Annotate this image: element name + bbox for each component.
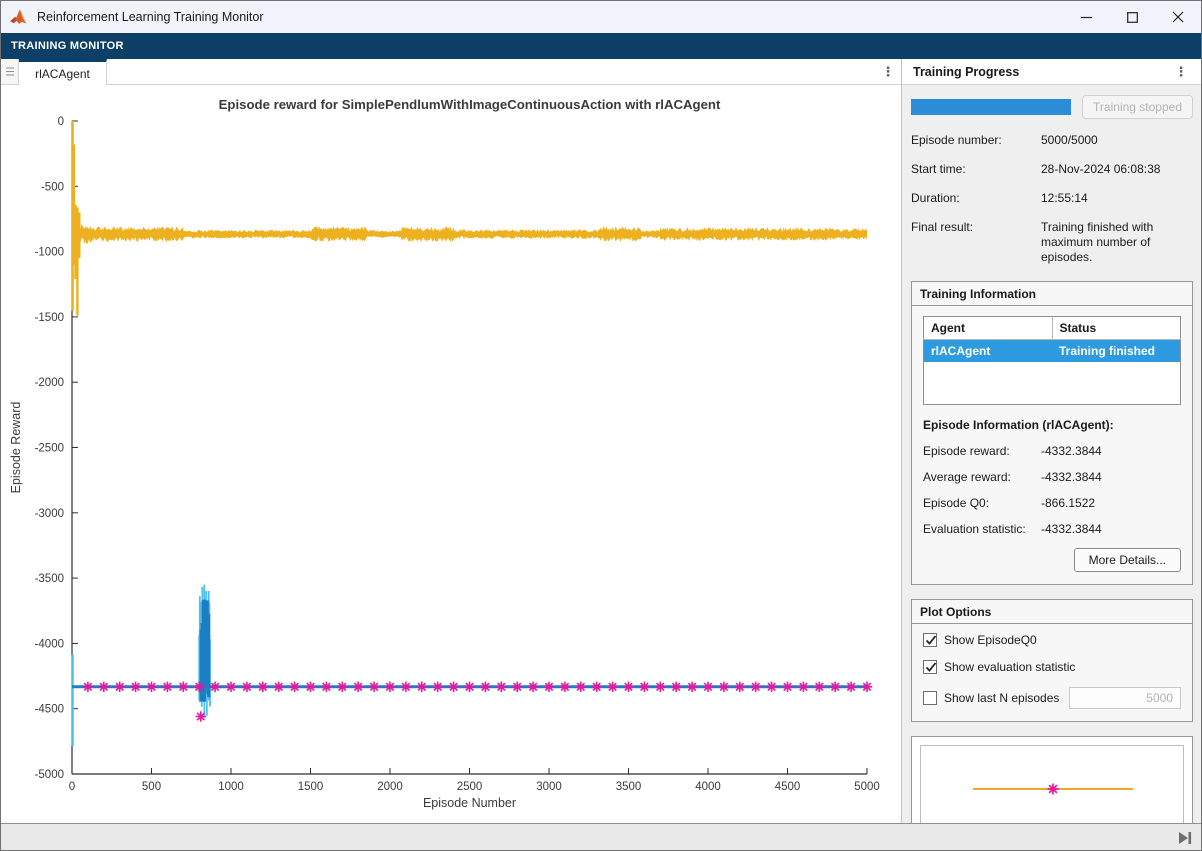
svg-text:3000: 3000 xyxy=(536,781,562,793)
field-episode-number: Episode number: 5000/5000 xyxy=(911,133,1193,148)
overview-plot-box xyxy=(911,736,1193,824)
status-bar xyxy=(1,823,1201,851)
svg-text:-500: -500 xyxy=(41,181,64,193)
field-final-result: Final result: Training finished with max… xyxy=(911,220,1193,265)
svg-text:4500: 4500 xyxy=(775,781,801,793)
more-details-button[interactable]: More Details... xyxy=(1074,548,1181,572)
training-information-group: Training Information Agent Status rlACAg… xyxy=(911,281,1193,585)
svg-text:-2000: -2000 xyxy=(35,377,64,389)
agents-table-header: Agent Status xyxy=(924,317,1181,340)
last-n-episodes-input[interactable] xyxy=(1069,687,1181,709)
svg-text:2500: 2500 xyxy=(457,781,483,793)
matlab-logo-icon xyxy=(10,9,29,26)
agents-table-empty-area xyxy=(924,362,1181,404)
svg-text:-3500: -3500 xyxy=(35,573,64,585)
plot-options-group: Plot Options Show EpisodeQ0 xyxy=(911,599,1193,722)
tab-rlacagent[interactable]: rlACAgent xyxy=(19,59,107,85)
svg-text:500: 500 xyxy=(142,781,161,793)
panel-header: Training Progress ⋮ xyxy=(902,59,1202,85)
episode-reward-chart: 0 -500 -1000 -1500 -2000 -2500 -3000 -3500 -4000… xyxy=(1,85,901,823)
svg-text:-4500: -4500 xyxy=(35,704,64,716)
check-icon xyxy=(924,660,938,674)
check-icon xyxy=(924,633,938,647)
field-start-time: Start time: 28-Nov-2024 06:08:38 xyxy=(911,162,1193,177)
svg-text:-5000: -5000 xyxy=(35,769,64,781)
tab-overflow-menu-icon[interactable]: ⋮ xyxy=(875,59,901,84)
agents-table[interactable]: Agent Status rlACAgent Training finished xyxy=(923,316,1181,405)
app-window: Reinforcement Learning Training Monitor … xyxy=(0,0,1202,851)
checkbox-show-last-n-episodes[interactable] xyxy=(923,691,937,705)
svg-text:Episode Number: Episode Number xyxy=(423,796,516,810)
option-show-evaluation-statistic[interactable]: Show last N episodes Show evaluation sta… xyxy=(923,660,1181,674)
title-bar: Reinforcement Learning Training Monitor xyxy=(1,1,1201,33)
svg-text:-1000: -1000 xyxy=(35,247,64,259)
svg-text:0: 0 xyxy=(58,116,64,128)
toolstrip: TRAINING MONITOR xyxy=(1,33,1201,59)
field-episode-reward: Episode reward: -4332.3844 xyxy=(923,444,1181,458)
maximize-button[interactable] xyxy=(1109,1,1155,33)
training-stopped-button[interactable]: Training stopped xyxy=(1082,95,1193,119)
panel-menu-icon[interactable]: ⋮ xyxy=(1168,70,1194,74)
svg-text:-4000: -4000 xyxy=(35,638,64,650)
svg-text:1500: 1500 xyxy=(298,781,324,793)
checkbox-show-episode-q0[interactable] xyxy=(923,633,937,647)
field-duration: Duration: 12:55:14 xyxy=(911,191,1193,206)
overview-plot[interactable] xyxy=(920,745,1184,824)
overview-plot-svg xyxy=(921,746,1183,824)
field-average-reward: Average reward: -4332.3844 xyxy=(923,470,1181,484)
svg-text:4000: 4000 xyxy=(695,781,721,793)
tab-label: rlACAgent xyxy=(35,67,90,81)
svg-text:Episode reward for SimplePendl: Episode reward for SimplePendlumWithImag… xyxy=(219,97,721,112)
svg-text:3500: 3500 xyxy=(616,781,642,793)
svg-text:5000: 5000 xyxy=(854,781,880,793)
skip-to-end-icon[interactable] xyxy=(1177,829,1193,851)
field-episode-q0: Episode Q0: -866.1522 xyxy=(923,496,1181,510)
minimize-button[interactable] xyxy=(1063,1,1109,33)
option-show-last-n-episodes[interactable]: Show last N episodes xyxy=(923,687,1181,709)
field-evaluation-statistic: Evaluation statistic: -4332.3844 xyxy=(923,522,1181,536)
svg-text:-2500: -2500 xyxy=(35,443,64,455)
window-title: Reinforcement Learning Training Monitor xyxy=(37,10,264,24)
document-tab-bar: rlACAgent ⋮ xyxy=(1,59,901,85)
svg-text:-3000: -3000 xyxy=(35,508,64,520)
svg-text:2000: 2000 xyxy=(377,781,403,793)
svg-text:-1500: -1500 xyxy=(35,312,64,324)
training-plot[interactable]: 0 -500 -1000 -1500 -2000 -2500 -3000 -3500 -4000… xyxy=(1,85,901,823)
toolstrip-tab-label[interactable]: TRAINING MONITOR xyxy=(11,40,124,52)
option-show-episode-q0[interactable]: Show EpisodeQ0 xyxy=(923,633,1181,647)
panel-title: Training Progress xyxy=(913,65,1019,79)
svg-text:0: 0 xyxy=(69,781,75,793)
training-progress-bar xyxy=(911,99,1071,115)
tab-bar-spacer xyxy=(107,59,875,84)
tab-list-icon[interactable] xyxy=(1,59,19,84)
plot-options-title: Plot Options xyxy=(912,600,1192,624)
training-information-title: Training Information xyxy=(912,282,1192,306)
close-button[interactable] xyxy=(1155,1,1201,33)
checkbox-show-evaluation-statistic[interactable] xyxy=(923,660,937,674)
agent-row-rlacagent[interactable]: rlACAgent Training finished xyxy=(924,340,1181,363)
training-progress-panel: Training Progress ⋮ Training stopped Epi… xyxy=(901,59,1202,823)
svg-text:1000: 1000 xyxy=(218,781,244,793)
episode-info-title: Episode Information (rlACAgent): xyxy=(923,418,1181,432)
svg-text:Episode Reward: Episode Reward xyxy=(9,402,23,494)
